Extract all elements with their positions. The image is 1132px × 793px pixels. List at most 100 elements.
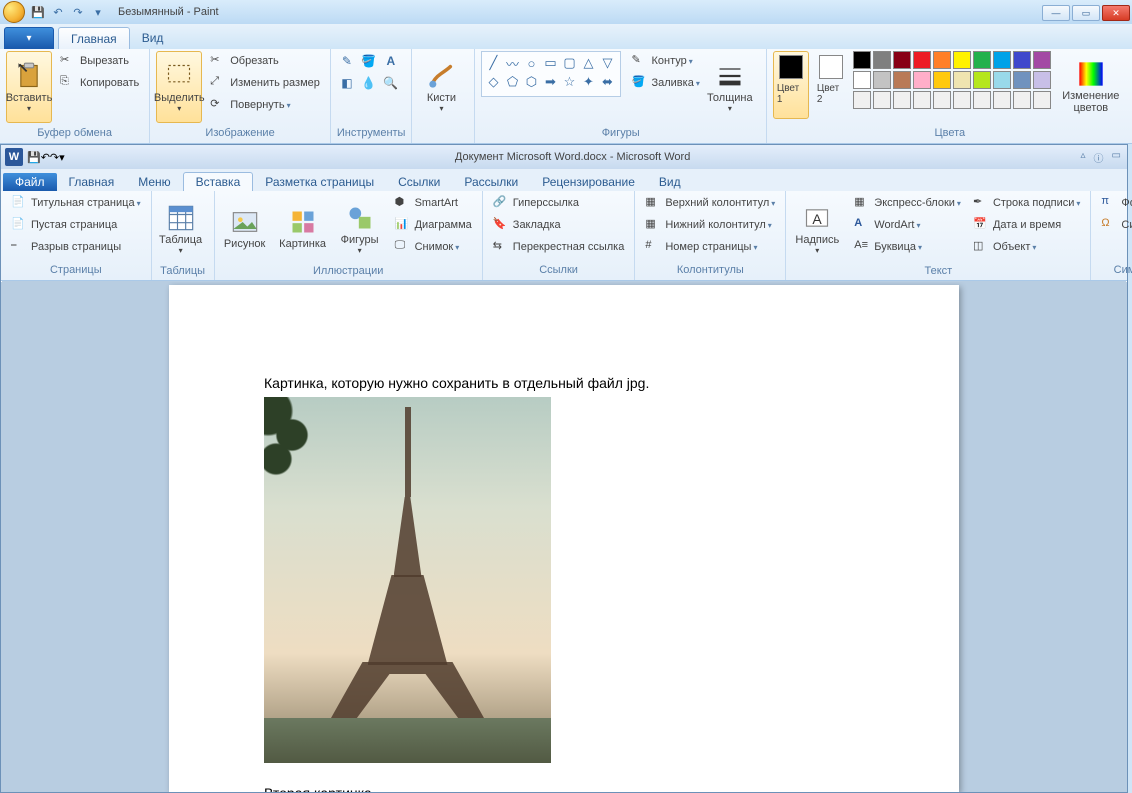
qat-customize-icon[interactable]: ▾ <box>89 3 107 21</box>
word-minimize-ribbon-icon[interactable]: ▵ <box>1081 150 1086 165</box>
doc-paragraph-1[interactable]: Картинка, которую нужно сохранить в отде… <box>264 375 864 391</box>
word-tab-8[interactable]: Вид <box>647 173 693 191</box>
word-qat-undo-icon[interactable]: ↶ <box>41 151 50 164</box>
zoom-tool[interactable]: 🔍 <box>381 73 401 93</box>
color-swatch[interactable] <box>1013 51 1031 69</box>
text-tool[interactable]: A <box>381 51 401 71</box>
fill-tool[interactable]: 🪣 <box>359 51 379 71</box>
color-swatch[interactable] <box>973 91 991 109</box>
color-swatch[interactable] <box>873 91 891 109</box>
color-swatch[interactable] <box>1033 51 1051 69</box>
page-break-button[interactable]: ⎯Разрыв страницы <box>7 237 145 257</box>
word-tab-3[interactable]: Вставка <box>183 172 254 191</box>
paint-tab-home[interactable]: Главная <box>58 27 130 49</box>
smartart-button[interactable]: ⬢SmartArt <box>391 193 476 213</box>
word-qat-save-icon[interactable]: 💾 <box>27 151 41 164</box>
word-tab-2[interactable]: Меню <box>126 173 182 191</box>
color-swatch[interactable] <box>913 71 931 89</box>
wordart-button[interactable]: AWordArt <box>850 215 965 235</box>
color-swatch[interactable] <box>893 91 911 109</box>
color-swatch[interactable] <box>1033 91 1051 109</box>
paint-app-icon[interactable] <box>3 1 25 23</box>
color-swatch[interactable] <box>953 91 971 109</box>
minimize-button[interactable]: — <box>1042 5 1070 21</box>
copy-button[interactable]: ⎘Копировать <box>56 73 143 93</box>
color-swatch[interactable] <box>973 71 991 89</box>
color-swatch[interactable] <box>1013 91 1031 109</box>
doc-image-eiffel[interactable] <box>264 397 551 763</box>
maximize-button[interactable]: ▭ <box>1072 5 1100 21</box>
word-tab-6[interactable]: Рассылки <box>452 173 530 191</box>
word-page[interactable]: Картинка, которую нужно сохранить в отде… <box>169 285 959 792</box>
symbol-button[interactable]: ΩСимвол <box>1097 215 1132 235</box>
blank-page-button[interactable]: 📄Пустая страница <box>7 215 145 235</box>
header-button[interactable]: ▦Верхний колонтитул <box>641 193 779 213</box>
color-swatch[interactable] <box>953 71 971 89</box>
edit-colors-button[interactable]: Изменение цветов <box>1059 51 1123 123</box>
color1-button[interactable]: Цвет 1 <box>773 51 809 119</box>
width-button[interactable]: Толщина▾ <box>704 51 756 123</box>
doc-paragraph-2[interactable]: Вторая картинка <box>264 785 864 792</box>
close-button[interactable]: ✕ <box>1102 5 1130 21</box>
chart-button[interactable]: 📊Диаграмма <box>391 215 476 235</box>
bookmark-button[interactable]: 🔖Закладка <box>489 215 629 235</box>
word-document-area[interactable]: Картинка, которую нужно сохранить в отде… <box>1 282 1127 792</box>
color-swatch[interactable] <box>853 91 871 109</box>
color-swatch[interactable] <box>933 91 951 109</box>
color2-button[interactable]: Цвет 2 <box>813 51 849 119</box>
shape-fill-button[interactable]: 🪣Заливка <box>627 73 703 93</box>
word-qat-redo-icon[interactable]: ↷ <box>50 151 59 164</box>
pagenumber-button[interactable]: #Номер страницы <box>641 237 779 257</box>
color-swatch[interactable] <box>1013 71 1031 89</box>
word-help-icon[interactable]: ⓘ <box>1094 150 1104 165</box>
textbox-button[interactable]: AНадпись▾ <box>792 193 842 265</box>
hyperlink-button[interactable]: 🔗Гиперссылка <box>489 193 629 213</box>
picture-button[interactable]: Рисунок <box>221 193 269 265</box>
equation-button[interactable]: πФормула <box>1097 193 1132 213</box>
color-swatch[interactable] <box>873 71 891 89</box>
color-swatch[interactable] <box>893 71 911 89</box>
paste-button[interactable]: Вставить▾ <box>6 51 52 123</box>
color-swatch[interactable] <box>993 51 1011 69</box>
color-swatch[interactable] <box>893 51 911 69</box>
table-button[interactable]: Таблица▾ <box>158 193 204 265</box>
color-swatch[interactable] <box>993 91 1011 109</box>
rotate-button[interactable]: ⟳Повернуть <box>206 95 324 115</box>
color-palette[interactable] <box>853 51 1051 109</box>
word-tab-1[interactable]: Главная <box>57 173 127 191</box>
paint-tab-view[interactable]: Вид <box>130 27 176 49</box>
color-swatch[interactable] <box>1033 71 1051 89</box>
word-tab-0[interactable]: Файл <box>3 173 57 191</box>
cut-button[interactable]: ✂Вырезать <box>56 51 143 71</box>
color-swatch[interactable] <box>913 51 931 69</box>
word-tab-7[interactable]: Рецензирование <box>530 173 647 191</box>
signature-line-button[interactable]: ✒Строка подписи <box>969 193 1084 213</box>
paint-file-menu[interactable]: ▾ <box>4 27 54 49</box>
dropcap-button[interactable]: A≡Буквица <box>850 237 965 257</box>
crop-button[interactable]: ✂Обрезать <box>206 51 324 71</box>
color-swatch[interactable] <box>933 71 951 89</box>
color-swatch[interactable] <box>853 71 871 89</box>
pencil-tool[interactable]: ✎ <box>337 51 357 71</box>
brushes-button[interactable]: Кисти▾ <box>418 51 464 123</box>
resize-button[interactable]: ⤢Изменить размер <box>206 73 324 93</box>
clipart-button[interactable]: Картинка <box>277 193 329 265</box>
qat-save-icon[interactable]: 💾 <box>29 3 47 21</box>
color-swatch[interactable] <box>973 51 991 69</box>
word-app-icon[interactable]: W <box>5 148 23 166</box>
color-swatch[interactable] <box>913 91 931 109</box>
cover-page-button[interactable]: 📄Титульная страница <box>7 193 145 213</box>
shapes-button[interactable]: Фигуры▾ <box>337 193 383 265</box>
footer-button[interactable]: ▦Нижний колонтитул <box>641 215 779 235</box>
color-swatch[interactable] <box>933 51 951 69</box>
color-swatch[interactable] <box>953 51 971 69</box>
color-swatch[interactable] <box>853 51 871 69</box>
datetime-button[interactable]: 📅Дата и время <box>969 215 1084 235</box>
qat-undo-icon[interactable]: ↶ <box>49 3 67 21</box>
picker-tool[interactable]: 💧 <box>359 73 379 93</box>
shapes-gallery[interactable]: ╱〰○▭▢△▽ ◇⬠⬡➡☆✦⬌ <box>481 51 621 97</box>
color-swatch[interactable] <box>993 71 1011 89</box>
color-swatch[interactable] <box>873 51 891 69</box>
shape-outline-button[interactable]: ✎Контур <box>627 51 703 71</box>
crossref-button[interactable]: ⇆Перекрестная ссылка <box>489 237 629 257</box>
